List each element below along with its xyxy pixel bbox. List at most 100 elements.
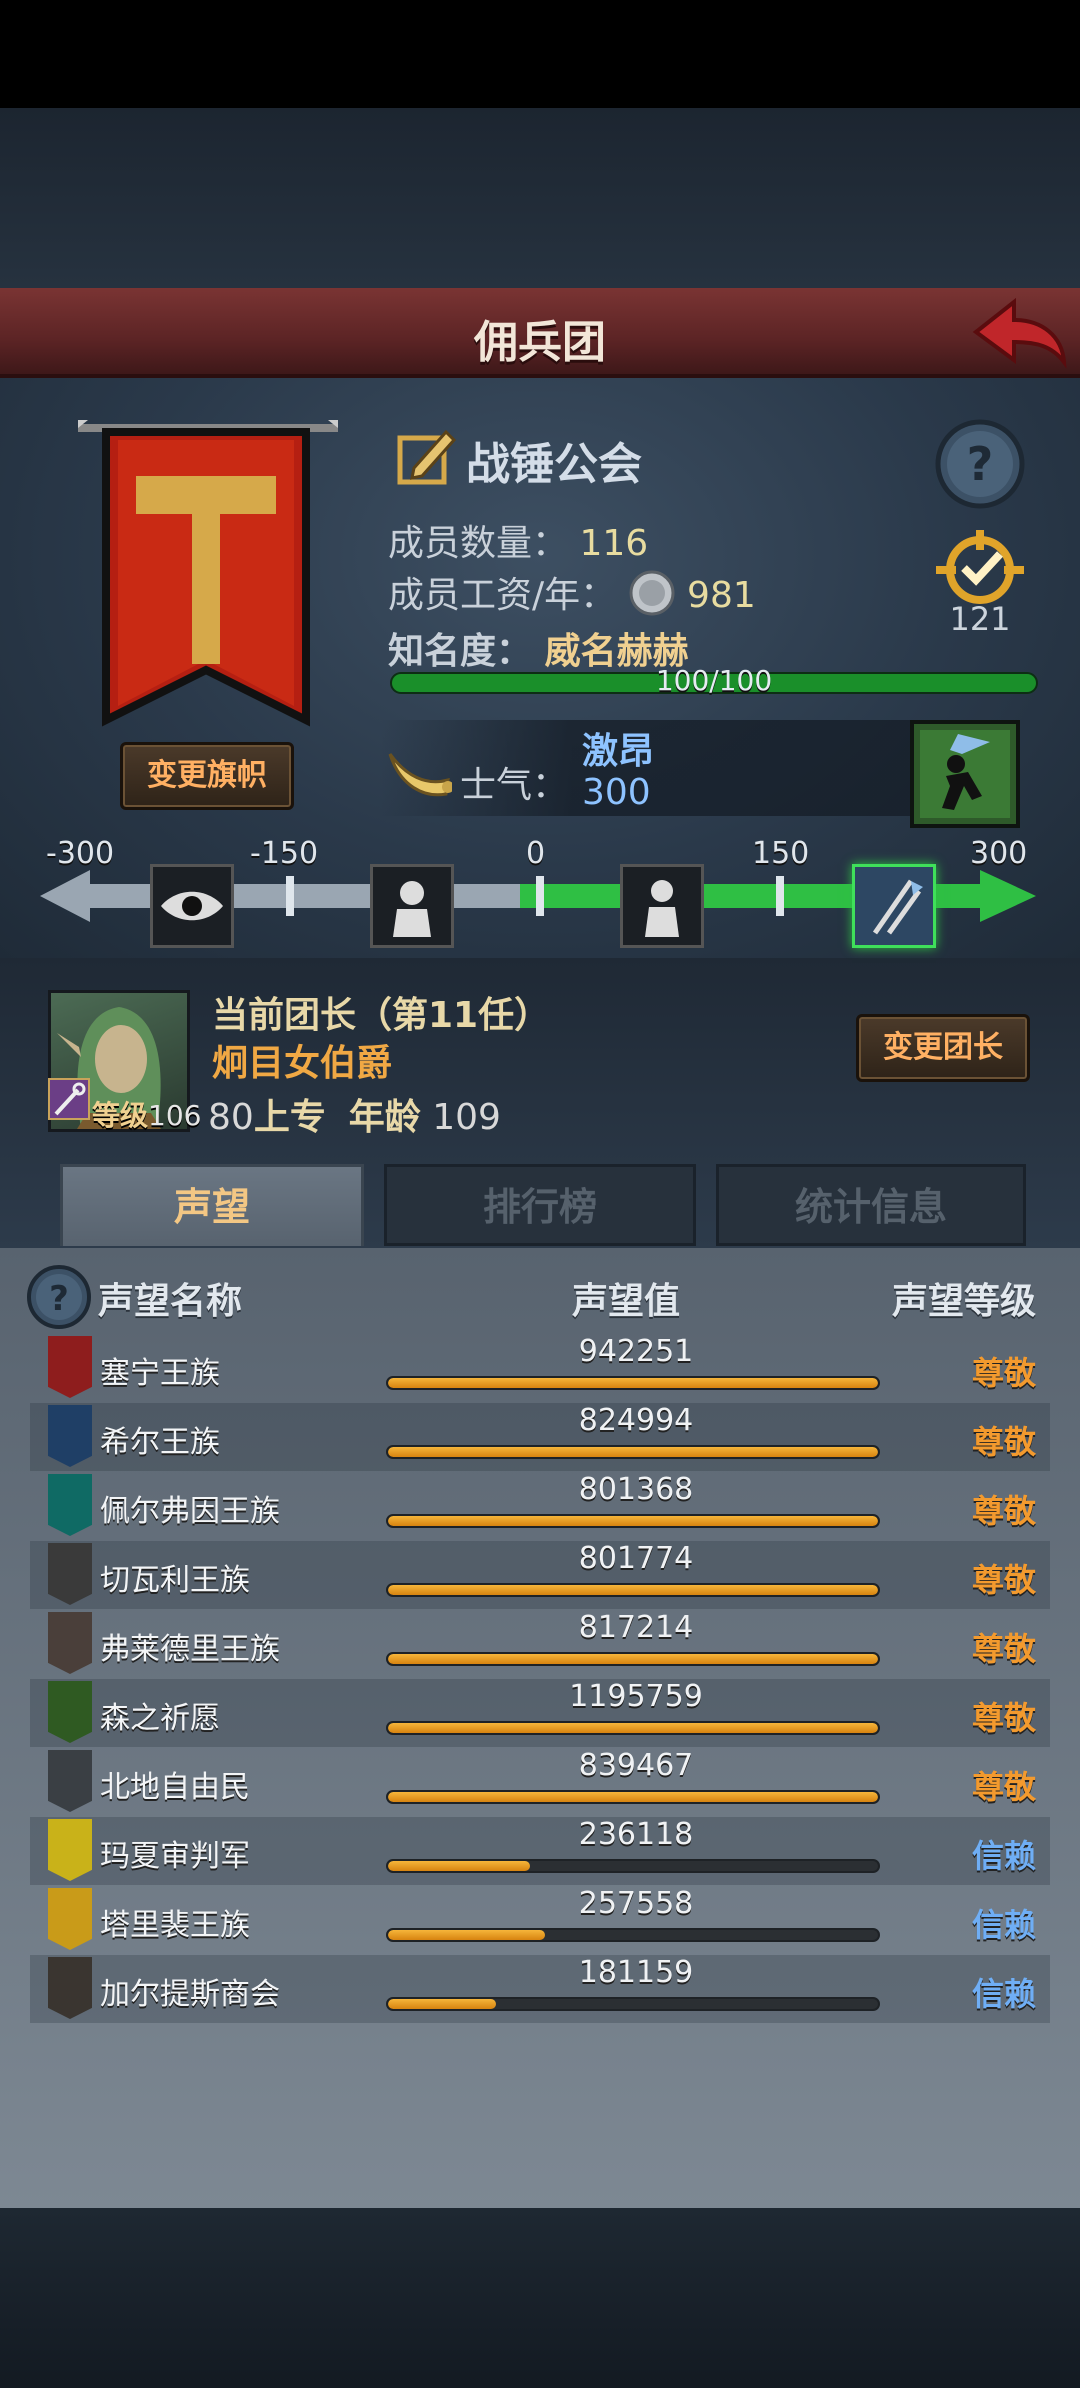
list-item[interactable]: 希尔王族 824994 尊敬	[30, 1403, 1050, 1471]
reputation-bar	[386, 1790, 880, 1804]
reputation-bar-fill	[388, 1378, 878, 1388]
reputation-level: 尊敬	[971, 1492, 1036, 1530]
reputation-level: 尊敬	[971, 1768, 1036, 1806]
reputation-bar-fill	[388, 1723, 878, 1733]
reputation-level: 信赖	[971, 1837, 1036, 1875]
faction-emblem-icon	[48, 1681, 92, 1743]
reputation-bar-fill	[388, 1654, 878, 1664]
faction-name: 加尔提斯商会	[100, 1977, 280, 2012]
rank-target-icon[interactable]	[930, 528, 1030, 608]
change-leader-button[interactable]: 变更团长	[856, 1014, 1030, 1082]
column-header-name: 声望名称	[98, 1281, 243, 1322]
morale-label: 士气：	[460, 765, 569, 806]
morale-stage-rally-icon[interactable]	[852, 864, 936, 948]
scale-tick-label: -150	[250, 836, 319, 871]
faction-emblem-icon	[48, 1474, 92, 1536]
scale-tick-label: -300	[46, 836, 115, 871]
guild-banner-flag	[70, 420, 346, 740]
silver-coin-icon	[628, 569, 676, 617]
scale-tick-label: 0	[526, 836, 546, 871]
list-item[interactable]: 切瓦利王族 801774 尊敬	[30, 1541, 1050, 1609]
faction-name: 切瓦利王族	[100, 1563, 250, 1598]
reputation-level: 尊敬	[971, 1699, 1036, 1737]
reputation-value: 801368	[578, 1472, 694, 1507]
page-title: 佣兵团	[474, 317, 606, 368]
age-value: 109	[432, 1097, 501, 1138]
column-header-level: 声望等级	[892, 1281, 1037, 1322]
fame-progress-text: 100/100	[655, 664, 773, 697]
list-item[interactable]: 玛夏审判军 236118 信赖	[30, 1817, 1050, 1885]
reputation-value: 1195759	[569, 1679, 703, 1714]
level-value: 106	[148, 1099, 202, 1132]
leader-title: 当前团长（第11任）	[212, 995, 551, 1036]
reputation-value: 817214	[578, 1610, 694, 1645]
morale-state: 激昂	[582, 731, 655, 772]
list-item[interactable]: 佩尔弗因王族 801368 尊敬	[30, 1472, 1050, 1540]
scale-tick-label: 150	[752, 836, 810, 871]
faction-name: 塞宁王族	[100, 1356, 220, 1391]
faction-name: 希尔王族	[100, 1425, 220, 1460]
wage-row: 成员工资/年： 981	[388, 566, 756, 618]
edit-pen-icon[interactable]	[396, 424, 458, 486]
reputation-bar	[386, 1445, 880, 1459]
list-item[interactable]: 北地自由民 839467 尊敬	[30, 1748, 1050, 1816]
reputation-bar-fill	[388, 1447, 878, 1457]
svg-text:?: ?	[967, 437, 994, 491]
member-count-label: 成员数量：	[388, 523, 569, 564]
list-item[interactable]: 森之祈愿 1195759 尊敬	[30, 1679, 1050, 1747]
faction-emblem-icon	[48, 1819, 92, 1881]
status-bar-area	[0, 0, 1080, 108]
leader-stats: 80上专 年龄 109	[208, 1088, 501, 1140]
member-count-row: 成员数量： 116	[388, 514, 648, 566]
leader-stat-number: 80	[208, 1097, 254, 1138]
faction-emblem-icon	[48, 1336, 92, 1398]
tab-leaderboard[interactable]: 排行榜	[384, 1164, 696, 1246]
reputation-bar	[386, 1928, 880, 1942]
back-arrow-icon[interactable]	[968, 296, 1068, 370]
list-item[interactable]: 弗莱德里王族 817214 尊敬	[30, 1610, 1050, 1678]
background-top	[0, 108, 1080, 288]
faction-emblem-icon	[48, 1405, 92, 1467]
leader-name: 炯目女伯爵	[212, 1043, 393, 1084]
reputation-help-icon[interactable]: ?	[26, 1264, 92, 1330]
reputation-bar	[386, 1652, 880, 1666]
reputation-level: 信赖	[971, 1906, 1036, 1944]
age-label: 年龄	[348, 1097, 421, 1138]
morale-stage-eye-icon[interactable]	[150, 864, 234, 948]
svg-text:?: ?	[49, 1279, 69, 1319]
reputation-value: 839467	[578, 1748, 694, 1783]
title-banner: 佣兵团	[0, 288, 1080, 378]
member-count-value: 116	[579, 523, 649, 564]
list-item[interactable]: 塔里裴王族 257558 信赖	[30, 1886, 1050, 1954]
reputation-bar-fill	[388, 1516, 878, 1526]
reputation-level: 尊敬	[971, 1423, 1036, 1461]
rank-number: 121	[949, 600, 1011, 638]
change-flag-button[interactable]: 变更旗帜	[120, 742, 294, 810]
tab-statistics[interactable]: 统计信息	[716, 1164, 1026, 1246]
reputation-bar	[386, 1997, 880, 2011]
reputation-bar	[386, 1376, 880, 1390]
reputation-value: 181159	[578, 1955, 694, 1990]
column-header-value: 声望值	[572, 1281, 681, 1322]
leader-level: 等级106	[92, 1094, 201, 1134]
level-label: 等级	[92, 1099, 149, 1132]
list-item[interactable]: 加尔提斯商会 181159 信赖	[30, 1955, 1050, 2023]
reputation-value: 236118	[578, 1817, 694, 1852]
reputation-value: 824994	[578, 1403, 694, 1438]
staff-class-icon	[48, 1078, 90, 1120]
leader-stat-word: 上专	[253, 1097, 326, 1138]
reputation-level: 尊敬	[971, 1354, 1036, 1392]
morale-stage-despair-icon[interactable]	[370, 864, 454, 948]
faction-name: 森之祈愿	[100, 1701, 220, 1736]
reputation-level: 尊敬	[971, 1630, 1036, 1668]
wage-label: 成员工资/年：	[388, 575, 617, 616]
faction-name: 佩尔弗因王族	[100, 1494, 280, 1529]
tab-reputation[interactable]: 声望	[60, 1164, 364, 1246]
help-question-icon[interactable]: ?	[934, 418, 1026, 510]
morale-stage-calm-icon[interactable]	[620, 864, 704, 948]
list-item[interactable]: 塞宁王族 942251 尊敬	[30, 1334, 1050, 1402]
reputation-value: 942251	[578, 1334, 694, 1369]
morale-charge-icon[interactable]	[910, 720, 1020, 828]
reputation-level: 尊敬	[971, 1561, 1036, 1599]
wage-value: 981	[687, 575, 756, 616]
